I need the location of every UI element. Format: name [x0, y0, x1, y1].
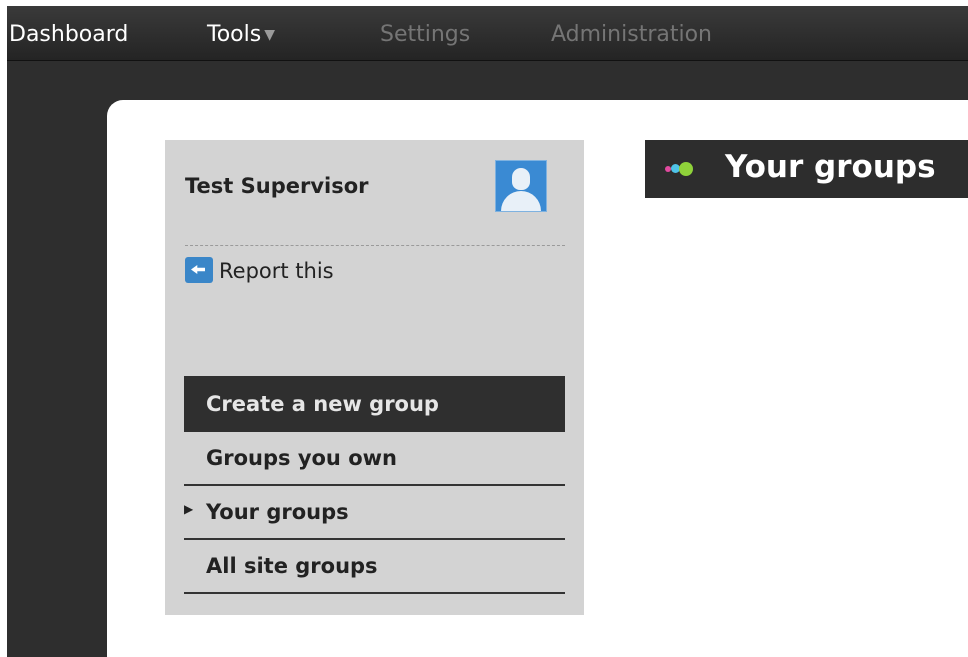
app-frame: Dashboard Tools ▼ Settings Administration…	[7, 6, 968, 657]
report-label: Report this	[219, 259, 334, 283]
report-this-link[interactable]: Report this	[185, 257, 334, 283]
page-heading: Your groups	[645, 140, 968, 198]
dot-green	[679, 162, 693, 176]
caret-down-icon: ▼	[264, 27, 275, 43]
menu-item-create-group[interactable]: Create a new group	[184, 376, 565, 432]
nav-settings[interactable]: Settings	[380, 21, 470, 49]
profile-name[interactable]: Test Supervisor	[185, 174, 369, 198]
nav-tools-label: Tools	[207, 22, 262, 47]
page-title: Your groups	[725, 149, 936, 185]
menu-item-your-groups[interactable]: ▶ Your groups	[184, 486, 565, 540]
top-navigation-bar: Dashboard Tools ▼ Settings Administration	[7, 6, 968, 61]
menu-item-label: All site groups	[206, 554, 378, 578]
nav-tools[interactable]: Tools ▼	[207, 21, 275, 51]
menu-item-label: Groups you own	[206, 446, 397, 470]
colored-dots-icon	[665, 162, 695, 176]
dashed-divider	[185, 245, 565, 246]
sidebar: Test Supervisor Report this Create a new…	[165, 140, 584, 615]
sidebar-menu: Create a new group Groups you own ▶ Your…	[184, 376, 565, 594]
avatar-shoulders	[501, 191, 541, 211]
report-icon	[185, 257, 213, 283]
menu-item-groups-you-own[interactable]: Groups you own	[184, 432, 565, 486]
avatar-head	[512, 168, 530, 190]
nav-dashboard[interactable]: Dashboard	[9, 21, 128, 49]
menu-item-all-site-groups[interactable]: All site groups	[184, 540, 565, 594]
user-avatar-icon[interactable]	[495, 160, 547, 212]
menu-item-label: Create a new group	[206, 392, 439, 416]
nav-administration[interactable]: Administration	[551, 21, 712, 49]
current-arrow-icon: ▶	[184, 502, 194, 516]
menu-item-label: Your groups	[206, 500, 349, 524]
content-area: Test Supervisor Report this Create a new…	[107, 100, 968, 657]
